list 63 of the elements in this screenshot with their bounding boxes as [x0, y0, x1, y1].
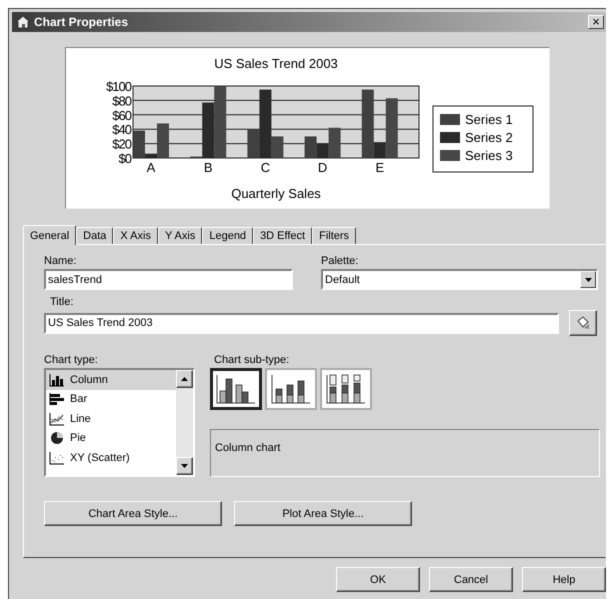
- field-label: Chart type:: [44, 354, 99, 366]
- paint-bucket-icon: [575, 315, 591, 331]
- tab[interactable]: Data: [76, 227, 114, 244]
- field-label: Title:: [50, 296, 74, 308]
- column-chart-icon: [49, 372, 65, 387]
- subtype-option[interactable]: [265, 368, 317, 410]
- field-label: Name:: [44, 255, 78, 267]
- percent-column-chart-icon: [325, 373, 367, 405]
- y-tick-label: $60: [112, 108, 131, 123]
- x-tick-label: C: [260, 160, 270, 175]
- dialog-button[interactable]: Cancel: [429, 567, 513, 592]
- list-item[interactable]: Line: [46, 409, 176, 428]
- x-tick-label: B: [204, 160, 213, 175]
- style-button[interactable]: Plot Area Style...: [234, 501, 412, 526]
- list-item[interactable]: XY (Scatter): [46, 448, 176, 468]
- field-label: Palette:: [321, 255, 360, 267]
- house-icon: [15, 15, 31, 29]
- x-tick-label: D: [318, 160, 328, 175]
- y-tick-label: $20: [112, 136, 131, 152]
- subtype-description: Column chart: [210, 429, 600, 477]
- list-item[interactable]: Column: [46, 370, 176, 390]
- palette-dropdown[interactable]: Default: [321, 269, 598, 290]
- tab[interactable]: General: [23, 225, 76, 245]
- stacked-column-chart-icon: [270, 373, 312, 405]
- y-tick-label: $0: [118, 151, 131, 166]
- window-title: Chart Properties: [34, 15, 130, 29]
- clustered-column-chart-icon: [215, 373, 257, 405]
- x-tick-label: E: [375, 160, 384, 175]
- x-tick-label: A: [146, 160, 156, 175]
- chart-title: US Sales Trend 2003: [214, 56, 338, 71]
- name-field[interactable]: salesTrend: [44, 269, 293, 290]
- bar-chart-icon: [49, 392, 65, 406]
- down-arrow-icon: [181, 464, 188, 468]
- tab[interactable]: Legend: [202, 227, 254, 244]
- tab[interactable]: X Axis: [113, 227, 158, 244]
- dropdown-arrow-icon: [584, 278, 592, 282]
- legend-label: Series 2: [465, 130, 513, 145]
- legend-label: Series 3: [465, 148, 513, 163]
- bar: [214, 86, 226, 158]
- field-label: Chart sub-type:: [214, 354, 290, 366]
- line-chart-icon: [49, 412, 65, 426]
- expression-button[interactable]: [569, 310, 597, 336]
- style-button[interactable]: Chart Area Style...: [44, 501, 222, 526]
- up-arrow-icon: [181, 377, 188, 381]
- list-item[interactable]: Pie: [46, 428, 176, 448]
- close-button[interactable]: ×: [588, 15, 604, 29]
- tab[interactable]: 3D Effect: [253, 227, 312, 244]
- subtype-option[interactable]: [320, 368, 372, 410]
- y-tick-label: $40: [112, 122, 131, 138]
- scrollbar[interactable]: [176, 370, 193, 475]
- title-field[interactable]: US Sales Trend 2003: [44, 312, 559, 334]
- dialog-button[interactable]: Help: [522, 567, 606, 592]
- legend-label: Series 1: [465, 112, 513, 127]
- scatter-chart-icon: [49, 450, 65, 465]
- subtype-option[interactable]: [210, 368, 262, 410]
- tab[interactable]: Y Axis: [158, 227, 202, 244]
- tab[interactable]: Filters: [312, 227, 356, 244]
- y-tick-label: $80: [112, 93, 131, 108]
- y-tick-label: $100: [106, 79, 131, 94]
- dialog-button[interactable]: OK: [336, 567, 420, 592]
- list-item[interactable]: Bar: [46, 390, 176, 409]
- x-axis-title: Quarterly Sales: [231, 186, 321, 201]
- pie-chart-icon: [49, 431, 65, 446]
